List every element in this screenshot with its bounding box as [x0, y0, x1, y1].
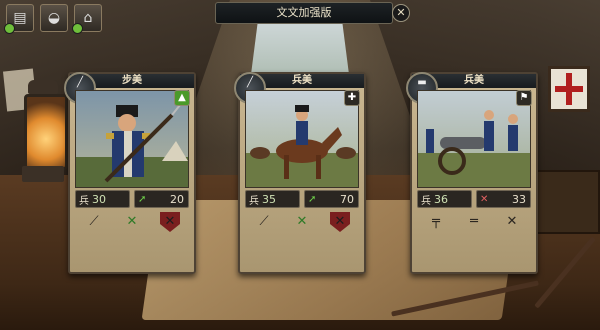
card-stats: 兵 35 ➚ 70 [245, 190, 359, 208]
rifle-icon: ╱ [246, 77, 254, 88]
lantern-icon [18, 80, 68, 190]
bayonet-icon: ⟋ [89, 214, 99, 229]
hp-stat: 兵 30 [75, 190, 130, 208]
rifle-crossed-icon: ✕ [296, 214, 308, 229]
upgrade-arrow-icon[interactable]: ▲ [174, 90, 190, 106]
attack-stat: ➚ 70 [304, 190, 359, 208]
ability-icons: ╤ ═ ✕ [417, 212, 531, 232]
book-button[interactable]: ▤ [4, 4, 34, 34]
hp-stat: 兵 35 [245, 190, 300, 208]
unit-card-artillery[interactable]: 兵美 ▬ 3 ⚑ 兵36 ✕33 ╤ ═ ✕ [406, 72, 538, 274]
cavalry-portrait [245, 90, 359, 188]
unit-card-cavalry[interactable]: 兵美 ╱ 5 ✚ 兵35 ➚70 ⟋ ✕ ✕ [234, 72, 366, 274]
card-stats: 兵 36 ✕ 33 [417, 190, 531, 208]
helmet-icon: ◒ [47, 10, 61, 26]
infantry-portrait [75, 90, 189, 188]
rifle-icon: ╱ [76, 77, 84, 88]
window-title: 文文加强版 [215, 2, 393, 24]
crate [536, 170, 600, 234]
red-cross-flag-icon [548, 66, 590, 112]
cannon-icon: ▬ [417, 77, 427, 88]
attack-stat: ✕ 33 [476, 190, 531, 208]
hp-stat: 兵 36 [417, 190, 472, 208]
helmet-button[interactable]: ◒ [40, 4, 68, 32]
top-toolbar: ▤ ◒ ⌂ [4, 4, 102, 34]
pistol-icon: ╤ [432, 214, 440, 229]
ability-icons: ⟋ ✕ ✕ [245, 212, 359, 232]
unit-card-infantry[interactable]: 步美 ╱ 5 ▲ 兵30 ➚20 ⟋ ✕ ✕ [64, 72, 196, 274]
artillery-portrait [417, 90, 531, 188]
attack-stat: ➚ 20 [134, 190, 189, 208]
card-stats: 兵 30 ➚ 20 [75, 190, 189, 208]
book-icon: ▤ [13, 10, 27, 26]
fort-button[interactable]: ⌂ [72, 4, 102, 34]
shield-crossed-icon: ✕ [160, 212, 180, 232]
close-button[interactable]: ✕ [392, 4, 410, 22]
attack-arrow-icon: ➚ [308, 193, 317, 205]
ability-icons: ⟋ ✕ ✕ [75, 212, 189, 232]
crossed-sabers-icon: ✕ [506, 214, 518, 229]
crossed-swords-icon: ✕ [126, 214, 138, 229]
crossed-swords-icon: ✕ [480, 193, 489, 205]
shield-crossed-icon: ✕ [330, 212, 350, 232]
fort-icon: ⌂ [83, 10, 93, 26]
flag-icon[interactable]: ⚑ [516, 90, 532, 106]
attack-arrow-icon: ➚ [138, 193, 147, 205]
musket-icon: ═ [470, 214, 478, 229]
saber-icon: ⟋ [259, 214, 269, 229]
add-plus-icon[interactable]: ✚ [344, 90, 360, 106]
